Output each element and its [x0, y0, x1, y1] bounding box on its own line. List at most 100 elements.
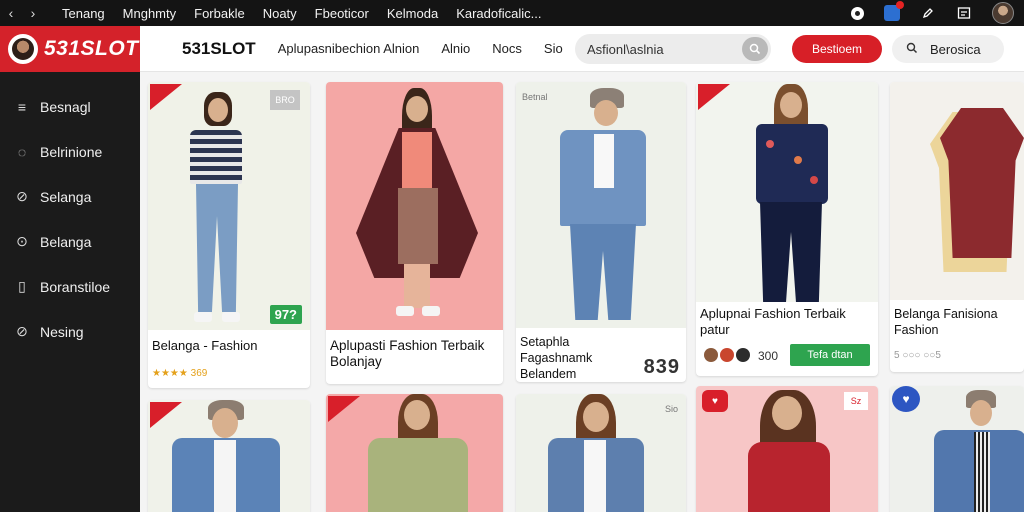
heart-badge: ♥: [702, 390, 728, 412]
product-image-2[interactable]: [326, 82, 503, 330]
brand-title[interactable]: 531SLOT: [182, 39, 256, 59]
logo-mark: [8, 34, 38, 64]
topbar-link-6[interactable]: Kelmoda: [387, 6, 438, 21]
product-card-2[interactable]: Aplupasti Fashion Terbaik Bolanjay: [326, 82, 503, 384]
logo[interactable]: 531SLOT: [0, 26, 140, 72]
product-card-8[interactable]: Sio: [516, 394, 686, 512]
model-figure: [356, 88, 478, 328]
chat-icon: ◌: [17, 143, 27, 160]
sidebar-item-1[interactable]: ≡ Besnagl: [0, 84, 140, 129]
hanger-shirt: [940, 108, 1024, 258]
seller-avatars: [704, 348, 750, 362]
photo-label: Sio: [664, 404, 678, 414]
topbar-link-4[interactable]: Noaty: [263, 6, 297, 21]
product-title[interactable]: Belanga Fanisiona Fashion: [894, 306, 1024, 338]
sidebar-item-label: Boranstiloe: [40, 278, 111, 295]
model-figure: [744, 84, 844, 302]
header-link-1[interactable]: Aplupasnibechion Alnion: [278, 41, 420, 56]
primary-button[interactable]: Bestioem: [792, 35, 882, 63]
buy-button[interactable]: Tefa dtan: [790, 344, 870, 366]
product-image-8[interactable]: Sio: [516, 394, 686, 512]
product-card-7[interactable]: [326, 394, 503, 512]
topbar-link-5[interactable]: Fbeoticor: [315, 6, 369, 21]
forward-icon[interactable]: ›: [22, 5, 44, 21]
product-card-1[interactable]: BRO 97? Belanga - Fashion ★★★★ 369: [148, 82, 310, 388]
sidebar-item-6[interactable]: ⊘ Nesing: [0, 309, 140, 354]
model-figure: [354, 394, 474, 512]
price-badge: 97?: [269, 305, 302, 324]
header: 531SLOT Aplupasnibechion Alnion Alnio No…: [140, 26, 1024, 72]
model-figure: [552, 88, 652, 324]
model-figure: [168, 400, 288, 512]
product-card-5[interactable]: Belanga Fanisiona Fashion 5 ○○○ ○○5: [890, 82, 1024, 372]
search-input[interactable]: Asfionl\aslnia: [575, 34, 771, 64]
secondary-search[interactable]: Berosica: [892, 35, 1004, 63]
price-number: 839: [643, 356, 680, 378]
model-figure: [926, 386, 1024, 512]
corner-tag: BRO: [270, 90, 300, 110]
sidebar-item-3[interactable]: ⊘ Selanga: [0, 174, 140, 219]
pen-icon[interactable]: [920, 5, 936, 21]
topbar-link-2[interactable]: Mnghmty: [123, 6, 176, 21]
product-image-4[interactable]: [696, 82, 878, 302]
secondary-search-label: Berosica: [930, 41, 981, 57]
menu-icon: ≡: [17, 98, 27, 115]
model-figure: [170, 90, 270, 330]
sidebar-item-label: Nesing: [40, 323, 84, 340]
header-link-2[interactable]: Alnio: [441, 41, 470, 56]
user-avatar[interactable]: [992, 2, 1014, 24]
product-card-3[interactable]: Betnal Setaphla Fagashnamk Belandem 839: [516, 82, 686, 382]
topbar-link-7[interactable]: Karadoficalic...: [456, 6, 541, 21]
product-image-1[interactable]: BRO 97?: [148, 82, 310, 330]
target-icon: ⊙: [16, 233, 28, 249]
photo-label: Betnal: [522, 92, 548, 102]
topbar-link-1[interactable]: Tenang: [62, 6, 105, 21]
model-figure: [730, 386, 850, 512]
notification-icon[interactable]: [884, 1, 904, 21]
sidebar: 531SLOT ≡ Besnagl ◌ Belrinione ⊘ Selanga ⊙ B…: [0, 26, 140, 512]
sidebar-item-5[interactable]: ▯ Boranstiloe: [0, 264, 140, 309]
search-icon[interactable]: [742, 37, 768, 61]
avatar: [704, 348, 718, 362]
compass-icon: ⊘: [16, 188, 28, 204]
product-title[interactable]: Setaphla Fagashnamk Belandem: [520, 334, 640, 382]
sidebar-item-2[interactable]: ◌ Belrinione: [0, 129, 140, 174]
product-title[interactable]: Aplupasti Fashion Terbaik Bolanjay: [330, 338, 495, 370]
product-grid: BRO 97? Belanga - Fashion ★★★★ 369 Aplup…: [140, 72, 1024, 512]
product-image-9[interactable]: ♥ Sz: [696, 386, 878, 512]
record-icon[interactable]: [851, 6, 864, 20]
product-card-6[interactable]: [148, 400, 310, 512]
product-title[interactable]: Aplupnai Fashion Terbaik patur: [700, 306, 860, 338]
header-link-4[interactable]: Sio: [544, 41, 563, 56]
avatar: [736, 348, 750, 362]
topbar-link-3[interactable]: Forbakle: [194, 6, 245, 21]
product-image-5[interactable]: [890, 82, 1024, 300]
heart-badge: ♥: [892, 386, 920, 412]
product-sub: 5 ○○○ ○○5: [894, 350, 941, 361]
avatar: [720, 348, 734, 362]
header-link-3[interactable]: Nocs: [492, 41, 522, 56]
product-image-6[interactable]: [148, 400, 310, 512]
product-image-10[interactable]: ♥: [890, 386, 1024, 512]
model-figure: [546, 394, 646, 512]
sidebar-item-label: Belanga: [40, 233, 92, 250]
product-card-4[interactable]: Aplupnai Fashion Terbaik patur 300 Tefa …: [696, 82, 878, 376]
inbox-icon[interactable]: [956, 5, 972, 21]
product-card-10[interactable]: ♥: [890, 386, 1024, 512]
logo-text: 531SLOT: [44, 37, 139, 60]
link-icon: ⊘: [16, 323, 28, 339]
product-card-9[interactable]: ♥ Sz: [696, 386, 878, 512]
product-image-7[interactable]: [326, 394, 503, 512]
sidebar-item-label: Besnagl: [40, 98, 91, 115]
sidebar-item-label: Selanga: [40, 188, 92, 205]
browser-topbar: ‹ › Tenang Mnghmty Forbakle Noaty Fbeoti…: [0, 0, 1024, 26]
search-placeholder: Asfionl\aslnia: [587, 41, 664, 57]
product-title[interactable]: Belanga - Fashion: [152, 338, 258, 354]
seller-count: 300: [758, 349, 779, 363]
sidebar-item-4[interactable]: ⊙ Belanga: [0, 219, 140, 264]
product-rating: ★★★★ 369: [152, 368, 208, 379]
sidebar-item-label: Belrinione: [40, 143, 103, 160]
product-image-3[interactable]: Betnal: [516, 82, 686, 328]
magnifier-icon: [906, 42, 918, 57]
back-icon[interactable]: ‹: [0, 5, 22, 21]
